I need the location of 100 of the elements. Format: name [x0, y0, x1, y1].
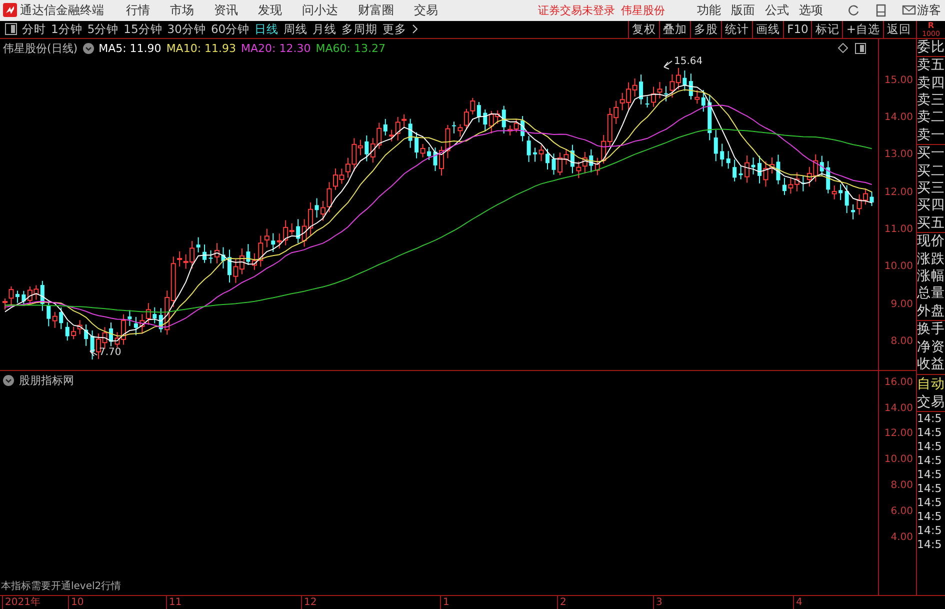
trade-time: 14:5 [917, 468, 943, 482]
date-label: 3 [653, 596, 662, 609]
period-tab[interactable]: 多周期 [342, 22, 378, 37]
refresh-icon[interactable] [847, 4, 860, 17]
period-tab[interactable]: 60分钟 [210, 22, 250, 37]
panel-toggle-icon[interactable] [5, 23, 17, 36]
trade-time: 14:5 [917, 524, 943, 538]
axis-label: 4.00 [890, 532, 913, 543]
quote-label: 净资 [917, 338, 945, 356]
axis-label: 8.00 [890, 480, 913, 491]
indicator-value: MA60: 13.27 [316, 42, 386, 55]
trade-time: 14:5 [917, 482, 943, 496]
quote-label: 涨幅 [917, 268, 945, 286]
app-title: 通达信金融终端 [20, 2, 104, 19]
period-tab[interactable]: 15分钟 [124, 22, 162, 37]
axis-label: 11.00 [884, 224, 913, 235]
axis-label: 15.00 [884, 74, 913, 86]
trade-time: 14:5 [917, 510, 943, 524]
period-tab[interactable]: 分时 [22, 22, 46, 37]
trade-time: 14:5 [917, 440, 943, 454]
chart-title: 伟星股份(日线) [3, 40, 78, 56]
mail-icon[interactable] [902, 4, 916, 16]
indicator-title: 股朋指标网 [19, 372, 74, 388]
date-label: 11 [166, 596, 182, 609]
axis-label: 16.00 [884, 376, 913, 388]
axis-label: 12.00 [884, 186, 913, 198]
axis-label: 13.00 [884, 149, 913, 160]
menu-item[interactable]: 行情 [126, 2, 150, 19]
trade-time: 14:5 [917, 496, 943, 510]
quote-label: 总量 [917, 285, 945, 303]
quote-label: 卖一 [917, 126, 945, 144]
trade-time: 14:5 [917, 426, 943, 440]
quote-label: 买五 [917, 214, 945, 232]
period-tab[interactable]: 5分钟 [87, 22, 119, 37]
quote-label: 现价 [917, 233, 945, 251]
menu-item[interactable]: 功能 [697, 2, 721, 19]
axis-label: 10.00 [884, 261, 913, 272]
quote-label: 自动 [917, 374, 945, 392]
date-label: 1 [440, 596, 450, 609]
period-tab[interactable]: 1分钟 [51, 22, 82, 37]
quote-label: 卖二 [917, 109, 945, 127]
indicator-value: MA10: 11.93 [166, 42, 236, 55]
menu-item[interactable]: 问小达 [302, 2, 338, 19]
menu-item[interactable]: 交易 [414, 2, 438, 19]
period-tab[interactable]: 30分钟 [167, 22, 206, 37]
quote-label: 换手 [917, 321, 945, 339]
quote-label: 卖五 [917, 57, 945, 75]
axis-label: 9.00 [890, 298, 913, 310]
menu-item[interactable]: 资讯 [214, 2, 238, 19]
chevron-right-icon[interactable] [412, 24, 418, 34]
axis-label: 12.00 [884, 428, 913, 440]
indicator-value: MA5: 11.90 [98, 42, 162, 55]
quote-label: 交易 [917, 392, 945, 410]
quote-label: 涨跌 [917, 250, 945, 268]
axis-label: 8.00 [890, 336, 913, 347]
axis-label: 14.00 [884, 112, 913, 124]
low-arrow-icon [90, 349, 98, 356]
high-price-label: 15.64 [674, 56, 703, 67]
badge-letter: R [928, 20, 934, 30]
quote-label: 外盘 [917, 302, 945, 320]
stock-name[interactable]: 伟星股份 [621, 2, 665, 18]
menu-item[interactable]: 版面 [731, 2, 755, 19]
quote-label: 买二 [917, 162, 945, 180]
period-tab[interactable]: 月线 [312, 22, 337, 37]
period-tab[interactable]: 更多 [382, 22, 407, 37]
login-notice[interactable]: 证券交易未登录 [538, 2, 615, 18]
quote-label: 卖三 [917, 92, 945, 110]
menu-item[interactable]: 市场 [170, 2, 194, 19]
axis-label: 6.00 [890, 506, 913, 517]
trade-time: 14:5 [917, 538, 943, 552]
dropdown-icon[interactable] [3, 374, 14, 386]
date-label: 12 [301, 596, 317, 609]
menu-item[interactable]: 财富圈 [358, 2, 394, 19]
menu-item[interactable]: 选项 [799, 2, 823, 19]
axis-label: 10.00 [884, 454, 913, 466]
date-label: 2 [557, 596, 566, 609]
quote-label: 买一 [917, 145, 945, 163]
trade-time: 14:5 [917, 412, 943, 426]
dropdown-icon[interactable] [82, 42, 94, 54]
quote-label: 收益 [917, 356, 945, 374]
trade-time: 14:5 [917, 454, 943, 468]
date-label: 10 [68, 596, 84, 609]
low-price-label: 7.70 [99, 346, 122, 358]
menu-item[interactable]: 公式 [765, 2, 789, 19]
high-arrow-icon [664, 60, 672, 70]
app-logo-icon [3, 3, 17, 18]
period-tab[interactable]: 日线 [254, 22, 279, 37]
menu-item[interactable]: 发现 [258, 2, 282, 19]
quote-label: 卖四 [917, 74, 945, 92]
user-name[interactable]: 游客 [917, 2, 941, 19]
panel-toggle-icon[interactable] [855, 42, 866, 54]
period-tab[interactable]: 周线 [284, 22, 308, 37]
diamond-icon[interactable] [838, 42, 848, 53]
axis-label: 14.00 [884, 402, 913, 414]
indicator-value: MA20: 12.30 [241, 42, 311, 55]
phone-icon[interactable] [876, 4, 886, 17]
date-label: 2021年 [2, 596, 40, 609]
quote-label: 买四 [917, 197, 945, 215]
indicator-notice: 本指标需要开通level2行情 [1, 580, 122, 593]
quote-label: 买三 [917, 180, 945, 198]
